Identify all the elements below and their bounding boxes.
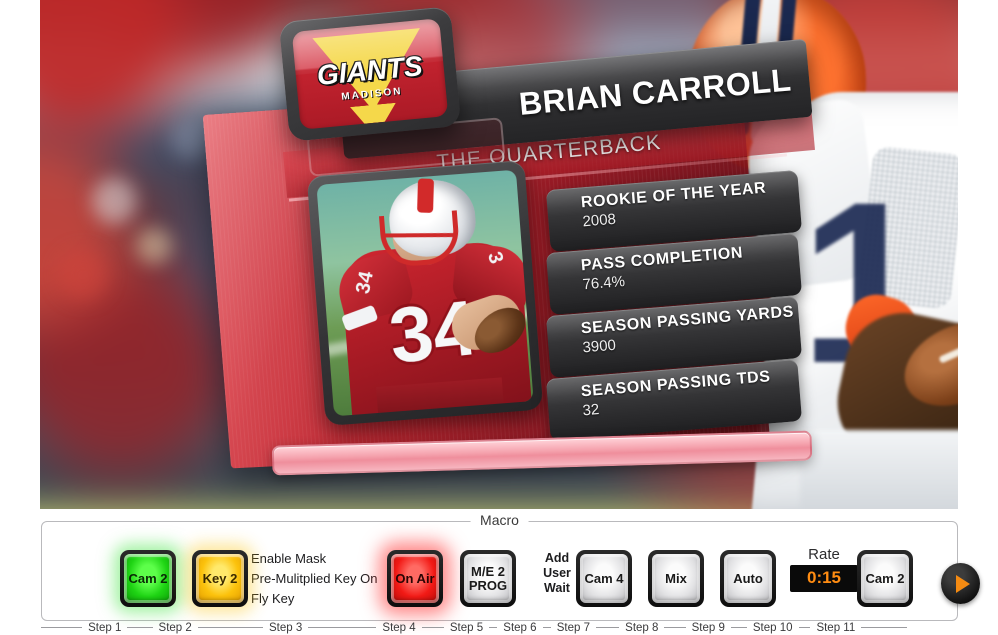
step-connector-line: [489, 627, 498, 628]
macro-button-cam-4[interactable]: Cam 4: [576, 550, 632, 607]
macro-button-auto[interactable]: Auto: [720, 550, 776, 607]
macro-checkbox-group: Enable Mask Pre-Mulitplied Key On Fly Key: [227, 549, 377, 609]
macro-step-segment: Step 7: [542, 621, 596, 634]
team-logo-face: GIANTS MADISON: [291, 18, 449, 130]
macro-step-label: Step 1: [88, 621, 122, 634]
macro-button-cam-2-b[interactable]: Cam 2: [857, 550, 913, 607]
step-connector-line: [197, 627, 263, 628]
macro-step-label: Step 11: [816, 621, 856, 634]
macro-checkbox-label: Fly Key: [251, 591, 295, 606]
step-connector-line: [861, 627, 908, 628]
macro-step-label: Step 5: [449, 621, 484, 634]
macro-step-segment: Step 10: [730, 621, 799, 634]
macro-panel: Macro Enable Mask Pre-Mulitplied Key On Fl…: [41, 512, 959, 621]
macro-button-label: Key 2: [196, 554, 244, 603]
step-connector-line: [421, 627, 444, 628]
run-macro-button[interactable]: [941, 563, 980, 604]
macro-checkbox-row[interactable]: Fly Key: [227, 589, 377, 608]
macro-step-label: Step 8: [625, 621, 659, 634]
rate-group: Rate 0:15: [790, 546, 858, 592]
photo-helmet-stripe: [417, 178, 435, 213]
macro-checkbox-label: Enable Mask: [251, 551, 327, 566]
macro-step-label: Step 2: [158, 621, 192, 634]
macro-step-segment: Step 3: [197, 621, 308, 634]
macro-step-segment: Step 8: [595, 621, 664, 634]
graphic-player-photo: 34 3 34: [316, 169, 534, 417]
play-triangle-icon: [955, 574, 970, 593]
step-connector-line: [308, 627, 377, 628]
macro-step-label: Step 7: [556, 621, 590, 634]
step-connector-line: [595, 627, 620, 628]
macro-button-cam-2-a[interactable]: Cam 2: [120, 550, 176, 607]
macro-step-rail: Step 1 Step 2 Step 3 Step 4 Step 5 Step 6 Step…: [41, 620, 958, 635]
macro-button-label: Cam 2: [124, 554, 172, 603]
macro-button-label: Cam 2: [861, 554, 909, 603]
macro-step-label: Step 3: [268, 621, 303, 634]
macro-step-label: Step 9: [691, 621, 725, 634]
macro-button-label: Cam 4: [580, 554, 628, 603]
step-connector-line: [127, 627, 153, 628]
step-connector-line: [798, 627, 811, 628]
step-connector-line: [41, 627, 83, 628]
macro-step-label: Step 6: [503, 621, 537, 634]
step-connector-line: [730, 627, 747, 628]
macro-button-on-air[interactable]: On Air: [387, 550, 443, 607]
macro-step-segment: Step 6: [489, 622, 542, 634]
step-connector-line: [542, 627, 551, 628]
macro-step-label: Step 4: [382, 621, 416, 634]
macro-step-segment: Step 9: [664, 622, 730, 634]
macro-step-segment: Step 1: [41, 622, 127, 634]
step-connector-line: [664, 627, 686, 628]
macro-button-label: Auto: [724, 554, 772, 603]
macro-button-key-2[interactable]: Key 2: [192, 550, 248, 607]
macro-step-segment: Step 5: [421, 621, 489, 634]
macro-button-mix[interactable]: Mix: [648, 550, 704, 607]
macro-checkbox-row[interactable]: Pre-Mulitplied Key On: [227, 569, 377, 588]
rate-display-value[interactable]: 0:15: [790, 565, 858, 592]
macro-button-label: On Air: [391, 554, 439, 603]
graphic-player-photo-frame: 34 3 34: [306, 160, 544, 426]
macro-step-segment: Step 2: [127, 622, 197, 634]
macro-step-row: Enable Mask Pre-Mulitplied Key On Fly Key …: [42, 522, 959, 621]
broadcast-graphic-overlay: THE UNVEILEDBVOK THE QUARTERBACK BRIAN C…: [40, 0, 958, 509]
macro-checkbox-row[interactable]: Enable Mask: [227, 549, 377, 568]
macro-button-me-2-prog[interactable]: M/E 2 PROG: [460, 550, 516, 607]
graphic-team-logo-plate: GIANTS MADISON: [278, 6, 462, 142]
macro-step-segment: Step 4: [308, 622, 421, 634]
macro-button-label: Mix: [652, 554, 700, 603]
macro-step-segment: Step 11: [798, 621, 862, 634]
macro-step-label: Step 10: [752, 621, 793, 634]
photo-facemask-bar: [382, 232, 457, 238]
video-preview-panel[interactable]: 1 THE UNVEILEDBVOK THE QUARTERBACK BRIAN…: [40, 0, 958, 509]
macro-button-label: M/E 2 PROG: [464, 554, 512, 603]
macro-checkbox-label: Pre-Mulitplied Key On: [251, 571, 378, 586]
rate-label: Rate: [808, 546, 840, 563]
